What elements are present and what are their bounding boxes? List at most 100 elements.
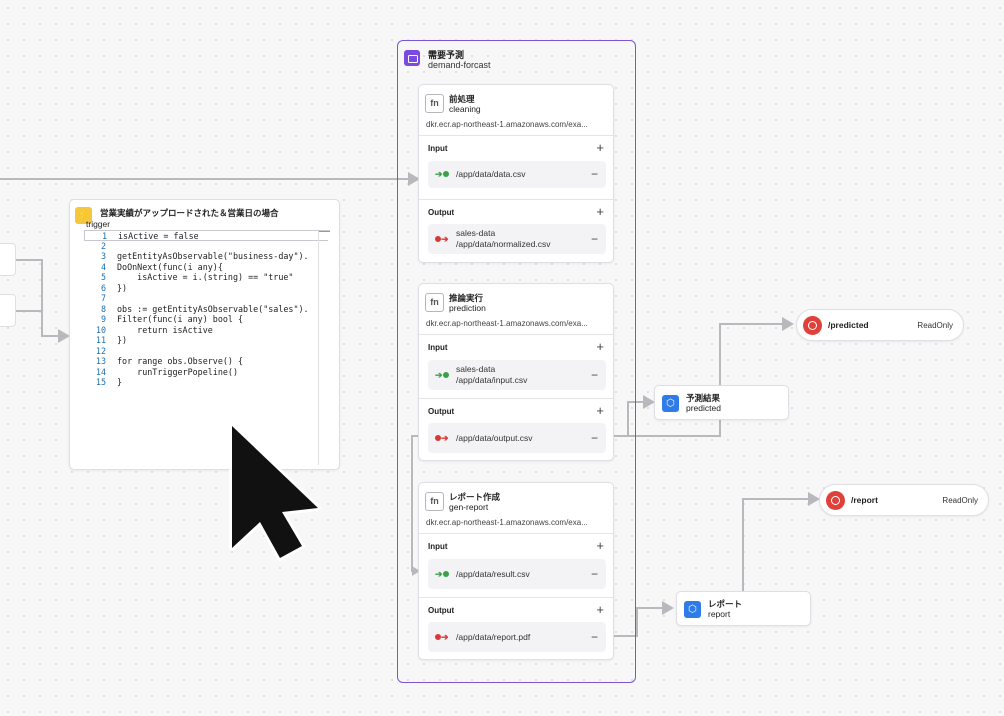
code-line[interactable]: 3 getEntityAsObservable("business-day"). [84,251,328,262]
add-output-button[interactable]: + [596,603,604,616]
input-label: Input [428,343,448,352]
code-line[interactable]: 14 runTriggerPopeline() [84,367,328,378]
code-line[interactable]: 7 [84,293,328,304]
line-number: 9 [100,314,106,324]
function-icon: fn [425,293,444,312]
line-number: 2 [100,240,106,251]
function-node-prediction[interactable]: fn 推論実行 prediction dkr.ecr.ap-northeast-… [418,283,614,461]
add-input-button[interactable]: + [596,141,604,154]
partial-node[interactable] [0,294,16,327]
arrowhead [662,601,674,615]
pipeline-group[interactable]: 需要予測 demand-forcast fn 前処理 cleaning dkr.… [397,40,636,683]
partial-node[interactable] [0,243,16,276]
line-number: 7 [100,293,106,303]
function-icon: fn [425,492,444,511]
code-text: } [117,377,123,387]
route-path: /report [851,495,878,505]
result-node-predicted[interactable]: 予測結果 predicted [654,385,789,420]
code-line[interactable]: 4 DoOnNext(func(i any){ [84,262,328,273]
output-arrow-icon: ➔ [435,234,449,245]
code-line[interactable]: 10 return isActive [84,325,328,336]
input-port[interactable]: ➔ /app/data/result.csv − [428,559,606,589]
remove-output-button[interactable]: − [591,432,598,444]
line-number: 12 [95,345,106,356]
code-line[interactable]: 1 isActive = false [84,230,328,241]
code-text: isActive = false [118,231,199,241]
code-line[interactable]: 15} [84,377,328,388]
readonly-badge: ReadOnly [917,321,953,330]
container-image: dkr.ecr.ap-northeast-1.amazonaws.com/exa… [426,319,588,328]
arrowhead [782,317,794,331]
line-number: 15 [95,377,106,387]
output-port[interactable]: ➔ /app/data/output.csv − [428,423,606,453]
code-line[interactable]: 6}) [84,283,328,294]
trigger-subtitle: trigger [86,219,111,229]
function-subtitle: gen-report [449,502,489,512]
output-label: Output [428,606,455,615]
output-port[interactable]: ➔ sales-data /app/data/normalized.csv − [428,224,606,254]
add-input-button[interactable]: + [596,539,604,552]
remove-output-button[interactable]: − [591,631,598,643]
add-output-button[interactable]: + [596,205,604,218]
output-label: Output [428,208,455,217]
output-arrow-icon: ➔ [435,632,449,643]
divider [419,135,613,136]
divider [419,398,613,399]
result-subtitle: report [708,609,731,619]
function-subtitle: cleaning [449,104,481,114]
wire-stub2-trigger [16,310,43,336]
code-text: DoOnNext(func(i any){ [117,261,223,272]
code-line[interactable]: 8 obs := getEntityAsObservable("sales"). [84,304,328,315]
function-node-gen-report[interactable]: fn レポート作成 gen-report dkr.ecr.ap-northeas… [418,482,614,660]
readonly-badge: ReadOnly [942,496,978,505]
divider [419,334,613,335]
remove-output-button[interactable]: − [591,233,598,245]
function-subtitle: prediction [449,303,486,313]
port-path: /app/data/report.pdf [456,632,531,642]
add-output-button[interactable]: + [596,404,604,417]
input-label: Input [428,144,448,153]
group-subtitle: demand-forcast [428,60,491,70]
output-label: Output [428,407,455,416]
line-number: 10 [95,324,106,335]
input-port[interactable]: ➔ sales-data /app/data/input.csv − [428,360,606,390]
route-node-predicted[interactable]: /predicted ReadOnly [796,309,964,341]
line-number: 4 [100,261,106,272]
code-text: }) [117,335,128,345]
code-line[interactable]: 12 [84,346,328,357]
mouse-cursor-icon [229,423,321,561]
code-text: }) [117,282,128,293]
remove-input-button[interactable]: − [591,369,598,381]
code-line[interactable]: 13 for range obs.Observe() { [84,356,328,367]
input-port[interactable]: ➔ /app/data/data.csv − [428,161,606,188]
code-text: runTriggerPopeline() [117,366,239,377]
result-node-report[interactable]: レポート report [676,591,811,626]
code-text: return isActive [117,324,213,335]
output-port[interactable]: ➔ /app/data/report.pdf − [428,622,606,652]
port-path: /app/data/data.csv [456,169,526,179]
code-line[interactable]: 5 isActive = i.(string) == "true" [84,272,328,283]
route-node-report[interactable]: /report ReadOnly [819,484,989,516]
function-node-cleaning[interactable]: fn 前処理 cleaning dkr.ecr.ap-northeast-1.a… [418,84,614,263]
add-input-button[interactable]: + [596,340,604,353]
input-arrow-icon: ➔ [435,169,449,180]
output-arrow-icon: ➔ [435,433,449,444]
line-number: 13 [95,356,106,366]
container-image: dkr.ecr.ap-northeast-1.amazonaws.com/exa… [426,120,588,129]
line-number: 5 [100,272,106,282]
code-line[interactable]: 9 Filter(func(i any) bool { [84,314,328,325]
remove-input-button[interactable]: − [591,568,598,580]
code-line[interactable]: 2 [84,241,328,252]
trigger-title: 営業実績がアップロードされた＆営業日の場合 [100,208,279,218]
line-number: 3 [100,251,106,261]
group-icon [404,50,420,66]
result-subtitle: predicted [686,403,721,413]
remove-input-button[interactable]: − [591,168,598,180]
cube-icon [684,601,701,618]
code-line[interactable]: 11}) [84,335,328,346]
line-number: 6 [100,282,106,293]
divider [419,597,613,598]
endpoint-icon [826,491,845,510]
line-number: 11 [95,335,106,345]
port-path: /app/data/output.csv [456,433,533,443]
